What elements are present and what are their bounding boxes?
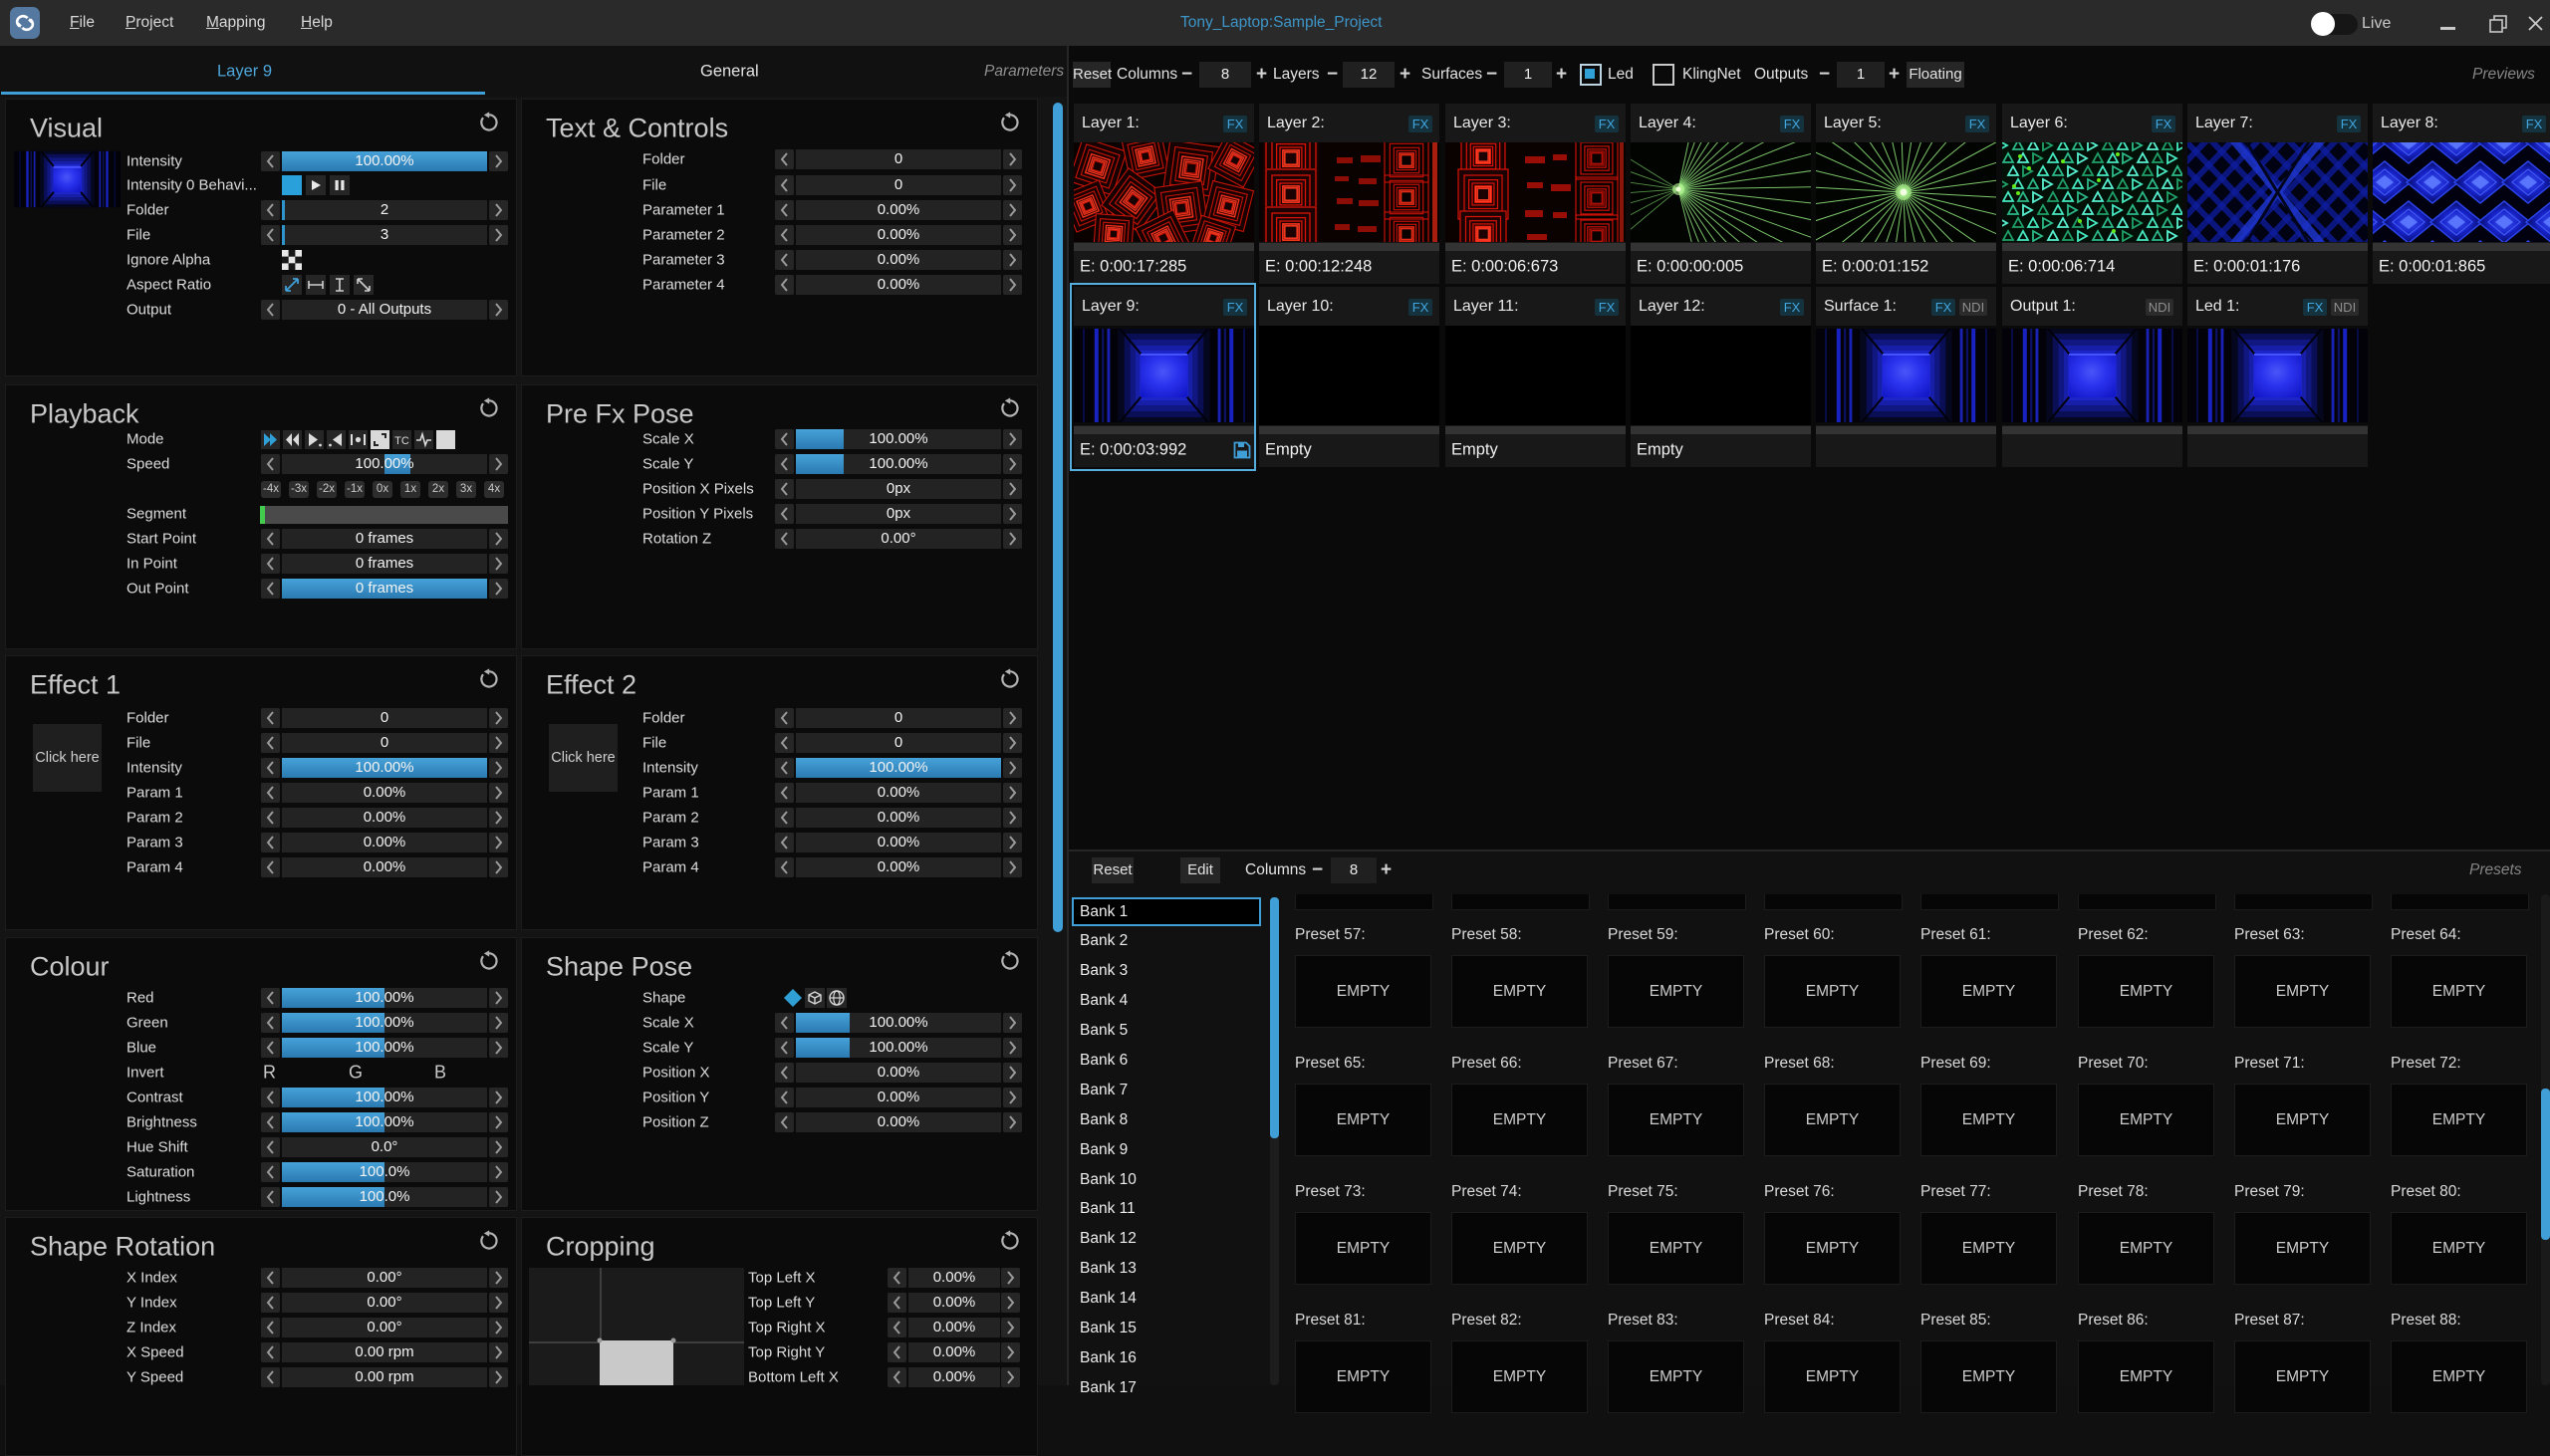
svg-text:TC: TC: [394, 435, 409, 447]
